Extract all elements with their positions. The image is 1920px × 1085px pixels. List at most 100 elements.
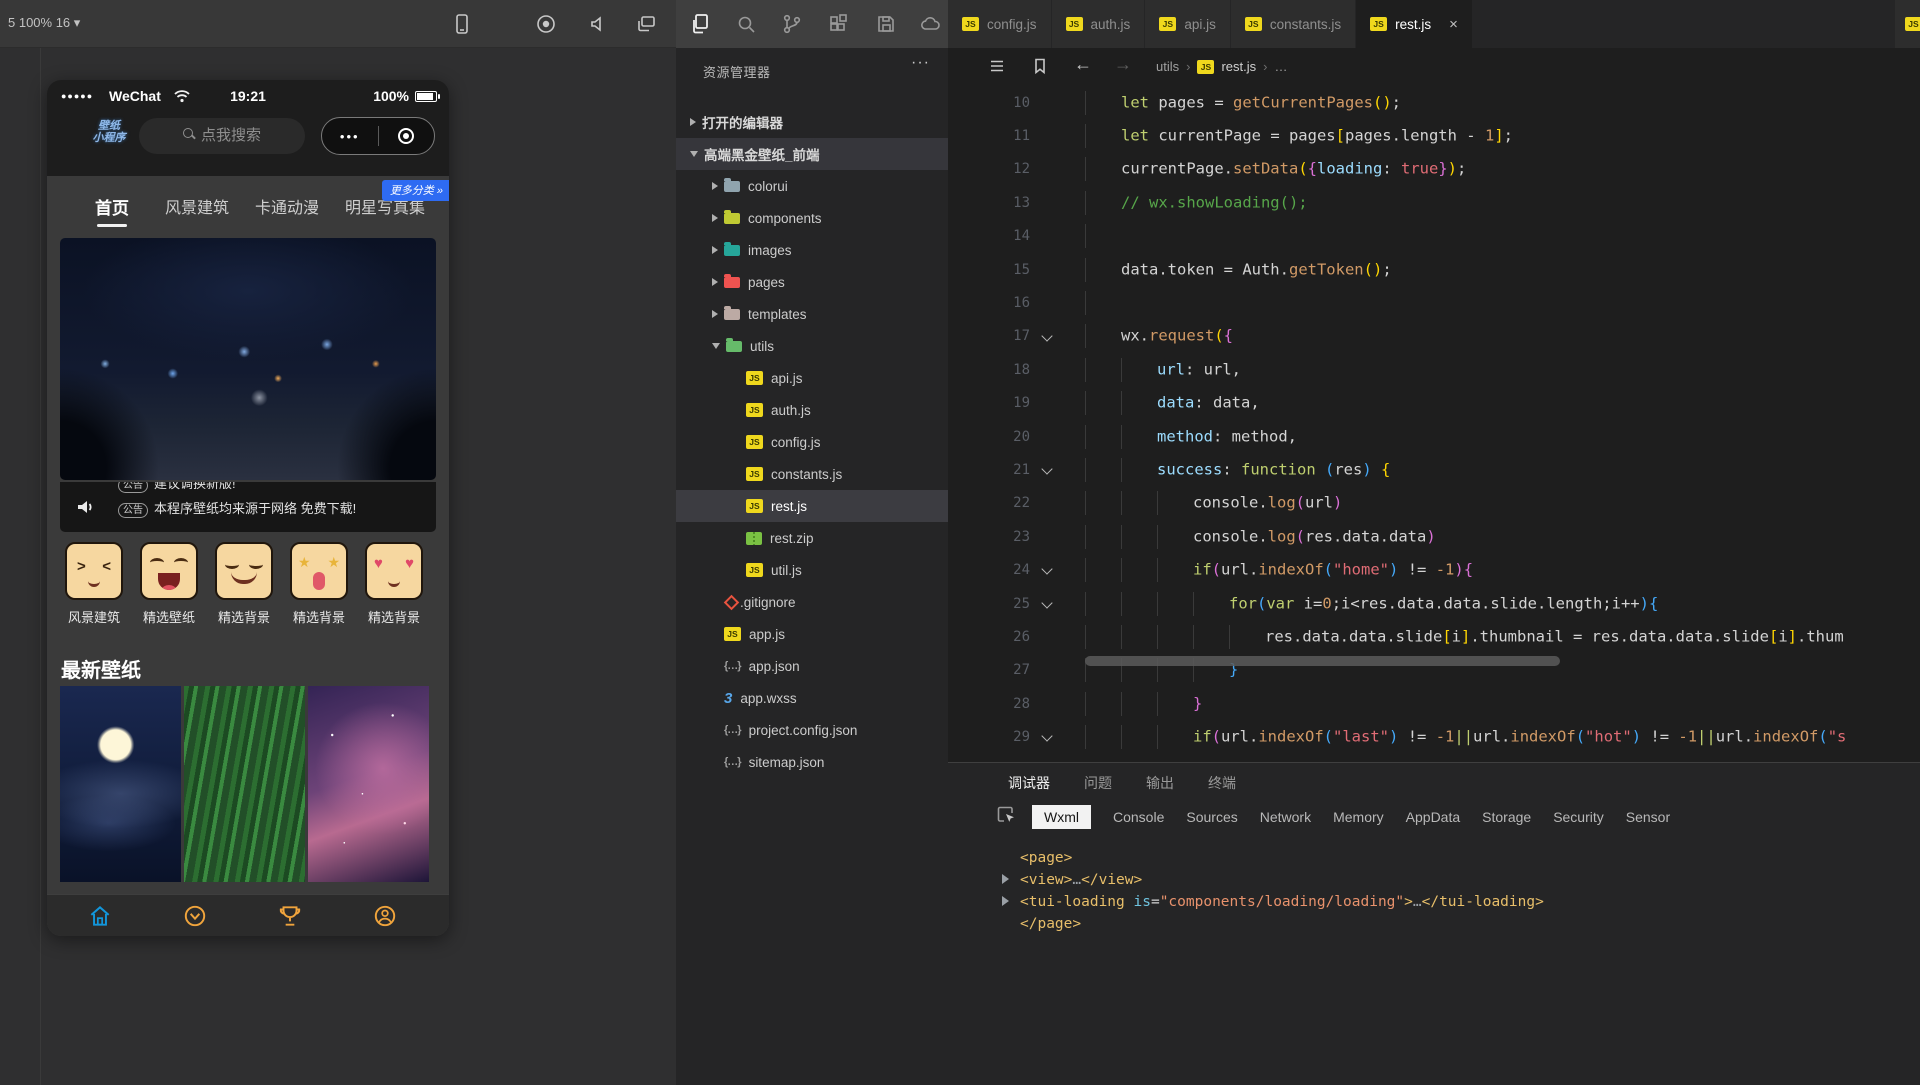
tree-item-images[interactable]: images: [676, 234, 948, 266]
more-categories-badge[interactable]: 更多分类 »: [381, 180, 449, 201]
hero-wallpaper-slide[interactable]: [60, 238, 436, 480]
code-line-10[interactable]: 10 let pages = getCurrentPages();: [948, 86, 1920, 119]
devtools-tab-security[interactable]: Security: [1553, 809, 1604, 825]
tree-item-util.js[interactable]: JS util.js: [676, 554, 948, 586]
fold-chevron-icon[interactable]: [1041, 463, 1053, 475]
code-line-11[interactable]: 11 let currentPage = pages[pages.length -…: [948, 119, 1920, 152]
code-line-13[interactable]: 13// wx.showLoading();: [948, 186, 1920, 219]
navigate-back-icon[interactable]: ←: [1074, 54, 1092, 75]
devtools-tab-sources[interactable]: Sources: [1186, 809, 1237, 825]
extensions-icon[interactable]: [826, 12, 850, 36]
exit-target-icon[interactable]: [379, 128, 435, 144]
phone-tab-2[interactable]: 风景建筑: [165, 194, 229, 218]
tree-item-.gitignore[interactable]: .gitignore: [676, 586, 948, 618]
devtools-tab-network[interactable]: Network: [1260, 809, 1311, 825]
tree-item-api.js[interactable]: JS api.js: [676, 362, 948, 394]
editor-tab-api-js[interactable]: JS api.js: [1145, 0, 1231, 48]
fold-chevron-icon[interactable]: [1041, 563, 1053, 576]
wxml-tree[interactable]: <page> <view>…</view> <tui-loading is="com…: [1002, 847, 1544, 935]
save-icon[interactable]: [874, 12, 898, 36]
code-line-21[interactable]: 21 success: function (res) {: [948, 453, 1920, 486]
tree-item-config.js[interactable]: JS config.js: [676, 426, 948, 458]
nav-item-home[interactable]: 首页: [65, 903, 135, 936]
category-item-3[interactable]: 精选背景: [209, 542, 279, 626]
files-icon[interactable]: [688, 12, 712, 36]
cloud-icon[interactable]: [918, 12, 942, 36]
devtools-tab-memory[interactable]: Memory: [1333, 809, 1384, 825]
device-scale-selector[interactable]: 5 100% 16 ▾: [8, 15, 80, 31]
capsule-menu[interactable]: •••: [321, 117, 435, 155]
debugger-tab-2[interactable]: 问题: [1084, 773, 1112, 793]
code-line-23[interactable]: 23 console.log(res.data.data): [948, 520, 1920, 553]
expand-arrow-icon[interactable]: [1002, 874, 1009, 884]
tree-item-utils[interactable]: utils: [676, 330, 948, 362]
tree-item-app.wxss[interactable]: 3 app.wxss: [676, 682, 948, 714]
category-item-2[interactable]: 精选壁纸: [134, 542, 204, 626]
tree-item-templates[interactable]: templates: [676, 298, 948, 330]
inspect-element-icon[interactable]: [996, 805, 1016, 830]
wxml-node-3[interactable]: <tui-loading is="components/loading/load…: [1002, 891, 1544, 913]
devtools-tab-storage[interactable]: Storage: [1482, 809, 1531, 825]
tree-item--[interactable]: 打开的编辑器: [676, 106, 948, 138]
tree-item-rest.zip[interactable]: rest.zip: [676, 522, 948, 554]
outline-list-icon[interactable]: [988, 57, 1006, 80]
editor-tab-constants-js[interactable]: JS constants.js: [1230, 0, 1357, 48]
tree-item-components[interactable]: components: [676, 202, 948, 234]
tree-item-auth.js[interactable]: JS auth.js: [676, 394, 948, 426]
devtools-tab-console[interactable]: Console: [1113, 809, 1164, 825]
wallpaper-thumb-moon[interactable]: [60, 686, 181, 882]
tree-item-rest.js[interactable]: JS rest.js: [676, 490, 948, 522]
breadcrumb-segment[interactable]: …: [1274, 59, 1287, 74]
code-line-14[interactable]: 14: [948, 220, 1920, 253]
wxml-node-4[interactable]: </page>: [1002, 913, 1544, 935]
debugger-tab-4[interactable]: 终端: [1208, 773, 1236, 793]
tree-item-sitemap.json[interactable]: {…} sitemap.json: [676, 746, 948, 778]
category-item-5[interactable]: ♥ ♥ 精选背景: [359, 542, 429, 626]
search-input[interactable]: 点我搜索: [139, 118, 305, 154]
overflow-tab[interactable]: JS: [1894, 0, 1920, 48]
code-line-15[interactable]: 15 data.token = Auth.getToken();: [948, 253, 1920, 286]
tree-item-pages[interactable]: pages: [676, 266, 948, 298]
tree-item--[interactable]: 高端黑金壁纸_前端: [676, 138, 948, 170]
devtools-tab-wxml[interactable]: Wxml: [1032, 805, 1091, 829]
horizontal-scrollbar[interactable]: [1085, 656, 1560, 666]
bookmark-icon[interactable]: [1032, 57, 1048, 80]
code-line-28[interactable]: 28}: [948, 687, 1920, 720]
devtools-tab-appdata[interactable]: AppData: [1406, 809, 1460, 825]
tree-item-project.config.json[interactable]: {…} project.config.json: [676, 714, 948, 746]
fold-chevron-icon[interactable]: [1041, 330, 1053, 342]
tree-item-colorui[interactable]: colorui: [676, 170, 948, 202]
mute-speaker-icon[interactable]: [586, 12, 610, 36]
close-tab-icon[interactable]: ×: [1449, 16, 1458, 33]
debugger-tab-3[interactable]: 输出: [1146, 773, 1174, 793]
windows-layout-icon[interactable]: [634, 12, 658, 36]
breadcrumb-segment[interactable]: utils: [1156, 59, 1179, 74]
debugger-tab-1[interactable]: 调试器: [1008, 773, 1050, 793]
wxml-node-1[interactable]: <page>: [1002, 847, 1544, 869]
phone-tab-1[interactable]: 首页: [95, 194, 129, 227]
nav-item-rank[interactable]: 榜单: [255, 903, 325, 936]
category-item-1[interactable]: > < 风景建筑: [59, 542, 129, 626]
breadcrumb[interactable]: utils › JS rest.js ›…: [1156, 59, 1287, 74]
expand-arrow-icon[interactable]: [1002, 896, 1009, 906]
code-line-26[interactable]: 26 res.data.data.slide[i].thumbnail = res…: [948, 620, 1920, 653]
wxml-node-2[interactable]: <view>…</view>: [1002, 869, 1544, 891]
nav-item-me[interactable]: 我的: [350, 903, 420, 936]
editor-tab-config-js[interactable]: JS config.js: [948, 0, 1052, 48]
phone-tab-3[interactable]: 卡通动漫: [255, 194, 319, 218]
code-line-20[interactable]: 20 method: method,: [948, 420, 1920, 453]
editor-tab-rest-js[interactable]: JS rest.js ×: [1356, 0, 1473, 48]
code-line-17[interactable]: 17 wx.request({: [948, 320, 1920, 353]
code-line-24[interactable]: 24 if(url.indexOf("home") != -1){: [948, 553, 1920, 586]
fold-chevron-icon[interactable]: [1041, 730, 1053, 743]
category-item-4[interactable]: ★ ★ 精选背景: [284, 542, 354, 626]
record-icon[interactable]: [534, 12, 558, 36]
code-line-29[interactable]: 29 if(url.indexOf("last") != -1||url.inde…: [948, 720, 1920, 753]
tree-item-app.js[interactable]: JS app.js: [676, 618, 948, 650]
code-line-19[interactable]: 19 data: data,: [948, 387, 1920, 420]
editor-tab-auth-js[interactable]: JS auth.js: [1051, 0, 1146, 48]
wallpaper-thumb-nebula[interactable]: [308, 686, 429, 882]
fold-chevron-icon[interactable]: [1041, 597, 1053, 609]
more-dots-icon[interactable]: •••: [322, 129, 378, 144]
git-branch-icon[interactable]: [780, 12, 804, 36]
